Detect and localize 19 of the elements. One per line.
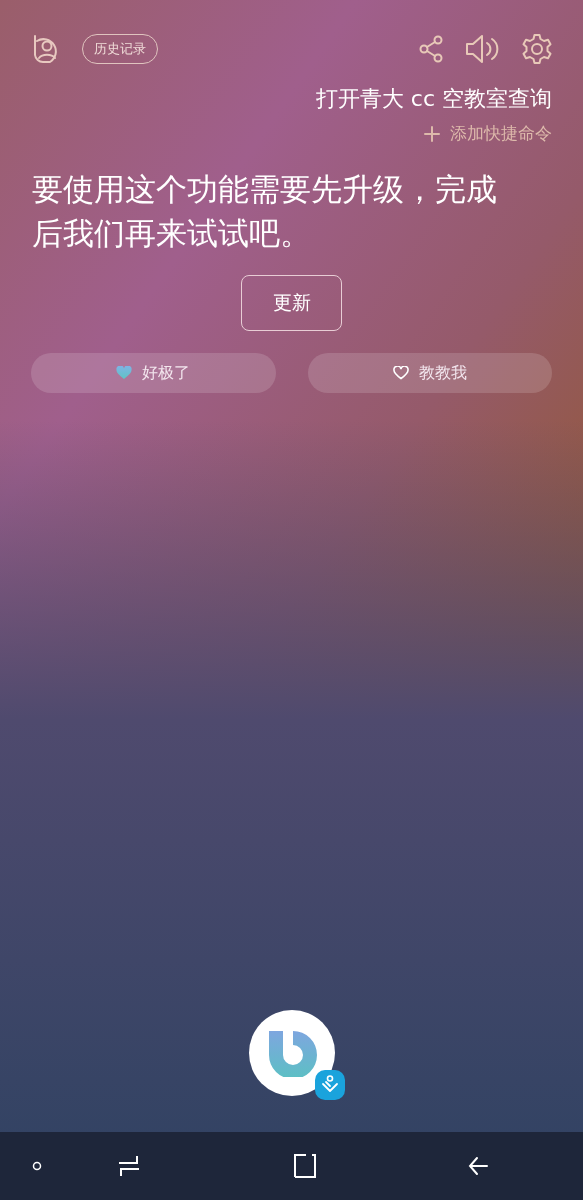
feedback-button[interactable]: 好极了 — [31, 353, 276, 393]
heart-icon — [116, 366, 133, 380]
share-icon[interactable] — [419, 35, 443, 63]
recent-apps-icon[interactable] — [117, 1154, 141, 1178]
settings-icon[interactable] — [521, 33, 553, 65]
plus-icon — [424, 125, 440, 142]
dot-icon[interactable] — [32, 1161, 42, 1171]
command-text: 打开青大 cc 空教室查询 — [315, 85, 552, 113]
response-message: 要使用这个功能需要先升级，完成后我们再来试试吧。 — [32, 170, 498, 253]
heart-icon — [392, 366, 409, 380]
assistant-logo-icon — [266, 1029, 317, 1077]
add-shortcut-link[interactable]: 添加快捷命令 — [424, 122, 552, 145]
back-icon[interactable] — [467, 1154, 489, 1178]
heart-badge-icon — [314, 1070, 345, 1100]
speaker-icon[interactable] — [465, 34, 499, 64]
update-button[interactable]: 更新 — [241, 275, 342, 331]
feedback-button[interactable]: 教教我 — [307, 353, 552, 393]
add-shortcut-text: 添加快捷命令 — [450, 122, 552, 145]
home-icon[interactable] — [293, 1153, 317, 1179]
